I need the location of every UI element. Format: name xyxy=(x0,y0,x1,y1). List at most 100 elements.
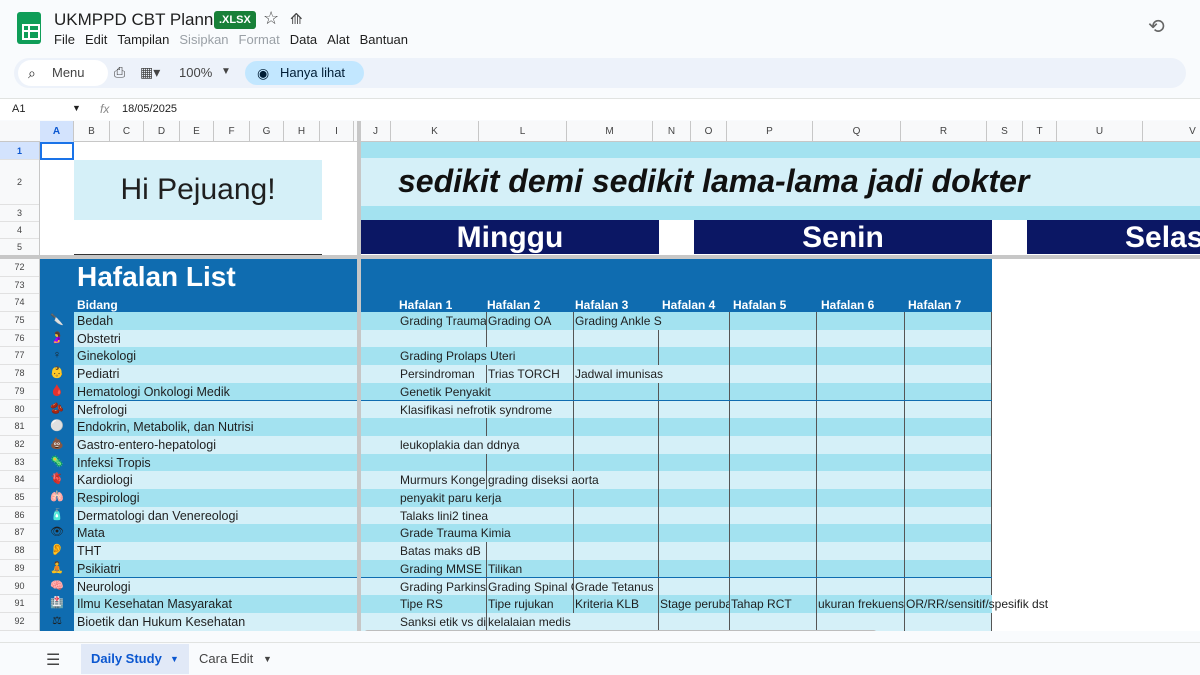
hafalan-cell[interactable] xyxy=(730,329,817,348)
row-header[interactable]: 81 xyxy=(0,418,39,436)
hafalan-cell[interactable] xyxy=(659,329,730,348)
hafalan-cell[interactable] xyxy=(487,347,574,366)
selected-cell[interactable] xyxy=(40,142,74,160)
column-header-o[interactable]: O xyxy=(691,121,727,142)
hafalan-cell[interactable]: Tipe RS xyxy=(399,595,487,613)
bidang-cell[interactable]: Dermatologi dan Venereologi xyxy=(77,507,238,525)
column-header-e[interactable]: E xyxy=(180,121,214,142)
menu-item-alat[interactable]: Alat xyxy=(327,32,349,47)
hafalan-cell[interactable] xyxy=(730,453,817,472)
hafalan-cell[interactable] xyxy=(730,435,817,454)
bidang-cell[interactable]: Gastro-entero-hepatologi xyxy=(77,436,216,454)
hafalan-cell[interactable]: Batas maks dB xyxy=(399,542,487,560)
row-header[interactable]: 3 xyxy=(0,205,39,222)
hafalan-cell[interactable]: Persindroman xyxy=(399,365,487,383)
hafalan-cell[interactable] xyxy=(574,329,659,348)
hafalan-cell[interactable] xyxy=(730,471,817,489)
hafalan-cell[interactable] xyxy=(574,471,659,489)
spreadsheet-grid[interactable]: ABCDEFGHIJKLMNOPQRSTUV 1 2 3 4 5 72 73 74 75 76 77… xyxy=(0,121,1200,631)
hafalan-header-3[interactable]: Hafalan 3 xyxy=(575,298,628,312)
column-header-m[interactable]: M xyxy=(567,121,653,142)
row-header[interactable]: 84 xyxy=(0,471,39,489)
format-table-icon[interactable]: ▦▾ xyxy=(140,64,160,81)
row-header[interactable]: 73 xyxy=(0,277,39,294)
menu-item-sisipkan[interactable]: Sisipkan xyxy=(179,32,228,47)
column-header-r[interactable]: R xyxy=(901,121,987,142)
hafalan-cell[interactable] xyxy=(905,329,992,348)
hafalan-cell[interactable] xyxy=(487,418,574,436)
hafalan-cell[interactable] xyxy=(574,347,659,366)
hafalan-cell[interactable] xyxy=(659,347,730,366)
hafalan-cell[interactable] xyxy=(574,400,659,419)
hafalan-cell[interactable] xyxy=(574,453,659,472)
day-header-minggu[interactable]: Minggu xyxy=(361,220,659,254)
hafalan-cell[interactable] xyxy=(487,382,574,401)
hafalan-cell[interactable] xyxy=(730,524,817,543)
hafalan-cell[interactable] xyxy=(817,577,905,596)
hafalan-cell[interactable] xyxy=(659,612,730,631)
column-header-q[interactable]: Q xyxy=(813,121,901,142)
hafalan-cell[interactable] xyxy=(817,435,905,454)
day-header-selasa[interactable]: Selasa xyxy=(1027,220,1200,254)
day-header-senin[interactable]: Senin xyxy=(694,220,992,254)
hafalan-cell[interactable]: Grading OA xyxy=(487,312,574,330)
hafalan-cell[interactable] xyxy=(399,329,487,348)
row-header[interactable]: 2 xyxy=(0,160,39,205)
name-box[interactable]: A1 xyxy=(12,103,25,115)
column-header-p[interactable]: P xyxy=(727,121,813,142)
row-header[interactable]: 74 xyxy=(0,294,39,312)
hafalan-cell[interactable] xyxy=(730,542,817,560)
hafalan-cell[interactable] xyxy=(905,347,992,366)
column-header-k[interactable]: K xyxy=(391,121,479,142)
hafalan-header-5[interactable]: Hafalan 5 xyxy=(733,298,786,312)
document-title[interactable]: UKMPPD CBT Planner xyxy=(54,10,228,30)
bidang-cell[interactable]: Obstetri xyxy=(77,330,121,348)
hafalan-cell[interactable] xyxy=(905,418,992,436)
horizontal-scrollbar[interactable] xyxy=(364,630,877,631)
print-icon[interactable]: ⎙ xyxy=(114,64,125,81)
row-header[interactable]: 5 xyxy=(0,239,39,256)
column-header-s[interactable]: S xyxy=(987,121,1023,142)
hafalan-cell[interactable] xyxy=(659,524,730,543)
hafalan-cell[interactable] xyxy=(905,400,992,419)
row-header[interactable]: 76 xyxy=(0,330,39,348)
hafalan-cell[interactable]: Kriteria KLB xyxy=(574,595,659,613)
bidang-cell[interactable]: Ginekologi xyxy=(77,347,136,365)
hafalan-header-7[interactable]: Hafalan 7 xyxy=(908,298,961,312)
hafalan-cell[interactable] xyxy=(730,382,817,401)
hafalan-cell[interactable] xyxy=(905,489,992,507)
hafalan-cell[interactable] xyxy=(730,418,817,436)
zoom-select[interactable]: 100% xyxy=(179,65,212,80)
hafalan-cell[interactable]: Grading MMSE xyxy=(399,559,487,578)
row-header[interactable]: 78 xyxy=(0,365,39,383)
hafalan-cell[interactable]: OR/RR/sensitif/spesifik dst xyxy=(905,595,1065,613)
chevron-down-icon[interactable]: ▼ xyxy=(263,644,272,674)
bidang-cell[interactable]: Hematologi Onkologi Medik xyxy=(77,383,230,401)
hafalan-cell[interactable] xyxy=(399,418,487,436)
row-header[interactable]: 86 xyxy=(0,507,39,525)
hafalan-cell[interactable] xyxy=(487,506,574,525)
hafalan-cell[interactable] xyxy=(659,400,730,419)
bidang-cell[interactable]: Respirologi xyxy=(77,489,140,507)
history-icon[interactable]: ⟲ xyxy=(1148,14,1165,39)
hafalan-cell[interactable] xyxy=(487,489,574,507)
freeze-divider-horizontal[interactable] xyxy=(0,255,1200,259)
hafalan-cell[interactable] xyxy=(659,506,730,525)
greeting-cell[interactable]: Hi Pejuang! xyxy=(74,160,322,220)
bidang-cell[interactable]: Bedah xyxy=(77,312,113,330)
row-header[interactable]: 77 xyxy=(0,347,39,366)
hafalan-cell[interactable] xyxy=(574,542,659,560)
bidang-cell[interactable]: THT xyxy=(77,542,101,560)
hafalan-cell[interactable]: Tilikan xyxy=(487,559,574,578)
menu-item-bantuan[interactable]: Bantuan xyxy=(360,32,408,47)
hafalan-cell[interactable]: Trias TORCH xyxy=(487,365,574,383)
hafalan-cell[interactable] xyxy=(730,577,817,596)
hafalan-cell[interactable] xyxy=(817,400,905,419)
row-header[interactable]: 89 xyxy=(0,560,39,578)
hafalan-cell[interactable] xyxy=(905,506,992,525)
row-header[interactable]: 92 xyxy=(0,613,39,631)
formula-value[interactable]: 18/05/2025 xyxy=(122,103,177,115)
hafalan-cell[interactable] xyxy=(730,312,817,330)
hafalan-cell[interactable]: Sanksi etik vs dis xyxy=(399,612,487,631)
column-header-v[interactable]: V xyxy=(1143,121,1200,142)
